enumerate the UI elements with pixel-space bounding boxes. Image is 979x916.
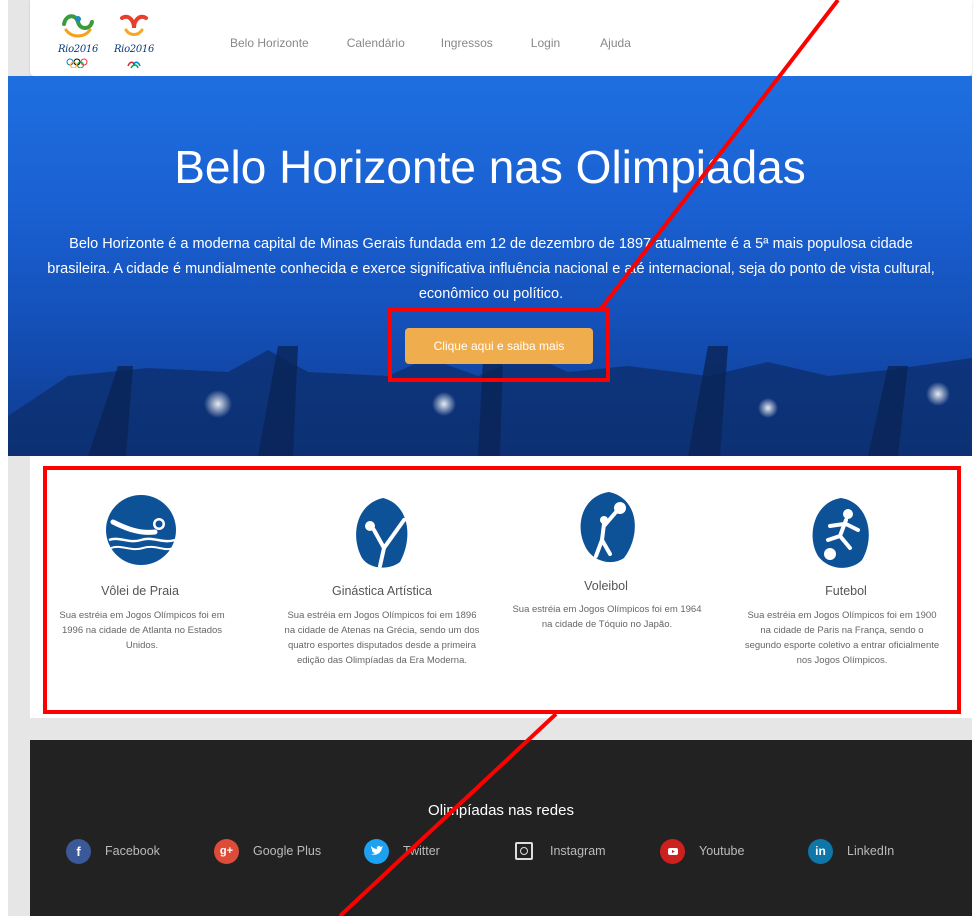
annotation-cross-lines (338, 0, 840, 916)
